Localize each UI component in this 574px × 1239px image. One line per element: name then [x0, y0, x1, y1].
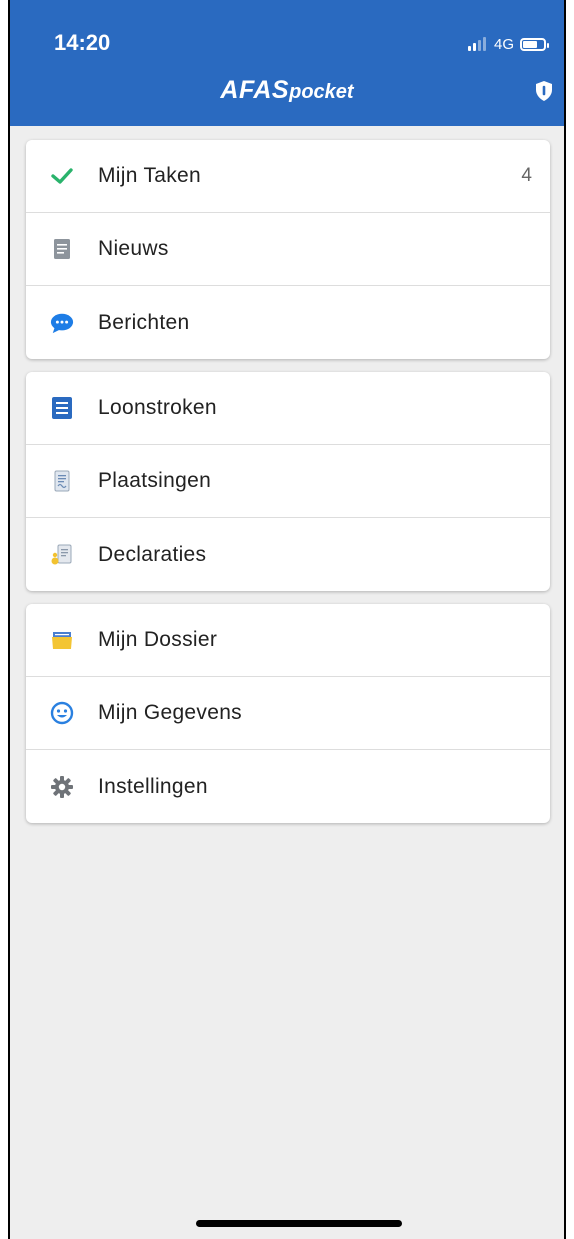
smiley-icon — [50, 701, 74, 725]
menu-item-label: Mijn Taken — [98, 164, 201, 187]
app-header: 14:20 4G AFASpocket — [10, 0, 564, 126]
menu-item-label: Instellingen — [98, 774, 208, 798]
menu-item-berichten[interactable]: Berichten — [26, 286, 550, 359]
payslip-icon — [50, 396, 74, 420]
menu-item-label: Declaraties — [98, 542, 207, 566]
menu-item-label: Plaatsingen — [98, 469, 212, 492]
menu-item-label: Berichten — [98, 310, 190, 334]
status-indicators: 4G — [467, 33, 549, 55]
expense-icon — [50, 543, 74, 567]
menu-item-instellingen[interactable]: Instellingen — [26, 750, 550, 823]
status-time: 14:20 — [54, 30, 111, 55]
placement-icon — [50, 469, 74, 493]
signal-icon — [467, 37, 486, 51]
app-logo: AFASpocket — [10, 76, 564, 105]
chat-icon — [50, 311, 74, 335]
menu-item-label: Nieuws — [98, 237, 169, 260]
menu-group-1: Mijn Taken 4 Nieuws Berichten — [26, 140, 550, 359]
folder-icon — [50, 628, 74, 652]
menu-group-2: Loonstroken Plaatsingen Declaraties — [26, 372, 550, 591]
menu-item-declaraties[interactable]: Declaraties — [26, 518, 550, 591]
battery-icon — [520, 37, 549, 51]
menu-item-label: Mijn Dossier — [98, 628, 218, 651]
menu-group-3: Mijn Dossier Mijn Gegevens Instellingen — [26, 604, 550, 823]
logo-main: AFAS — [220, 76, 290, 104]
menu-item-label: Loonstroken — [98, 396, 217, 419]
logo-sub: pocket — [289, 81, 354, 103]
network-label: 4G — [493, 35, 514, 53]
menu-item-mijn-gegevens[interactable]: Mijn Gegevens — [26, 677, 550, 750]
phone-screen: 14:20 4G AFASpocket Mijn Taken 4 Nieuws … — [8, 0, 566, 1239]
check-icon — [50, 164, 74, 188]
menu-item-nieuws[interactable]: Nieuws — [26, 213, 550, 286]
menu-item-loonstroken[interactable]: Loonstroken — [26, 372, 550, 445]
menu-item-mijn-taken[interactable]: Mijn Taken 4 — [26, 140, 550, 213]
menu-item-mijn-dossier[interactable]: Mijn Dossier — [26, 604, 550, 677]
home-indicator[interactable] — [196, 1220, 402, 1227]
task-count-badge: 4 — [521, 165, 532, 186]
shield-icon[interactable] — [534, 80, 554, 102]
menu-item-plaatsingen[interactable]: Plaatsingen — [26, 445, 550, 518]
menu-item-label: Mijn Gegevens — [98, 701, 242, 724]
gear-icon — [50, 775, 74, 799]
news-icon — [50, 237, 74, 261]
